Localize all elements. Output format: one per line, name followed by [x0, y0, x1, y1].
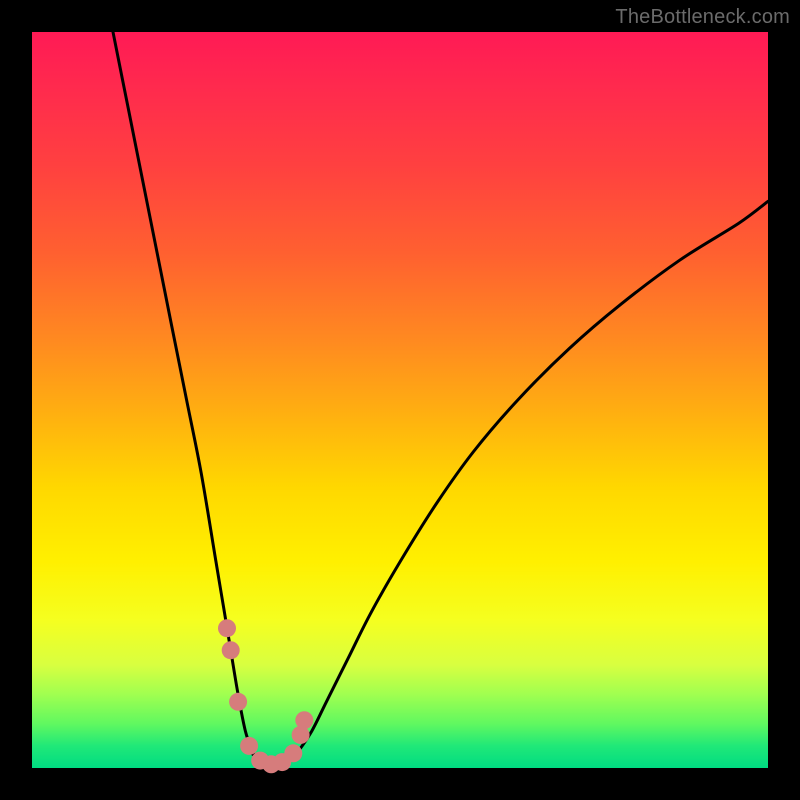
chart-frame: TheBottleneck.com	[0, 0, 800, 800]
plot-area	[32, 32, 768, 768]
marker-group	[218, 619, 313, 773]
bottleneck-curve	[32, 32, 768, 768]
marker-dot	[218, 619, 236, 637]
marker-dot	[240, 737, 258, 755]
marker-dot	[295, 711, 313, 729]
marker-dot	[229, 693, 247, 711]
watermark-text: TheBottleneck.com	[615, 6, 790, 29]
marker-dot	[284, 744, 302, 762]
curve-path	[113, 32, 768, 766]
marker-dot	[222, 641, 240, 659]
